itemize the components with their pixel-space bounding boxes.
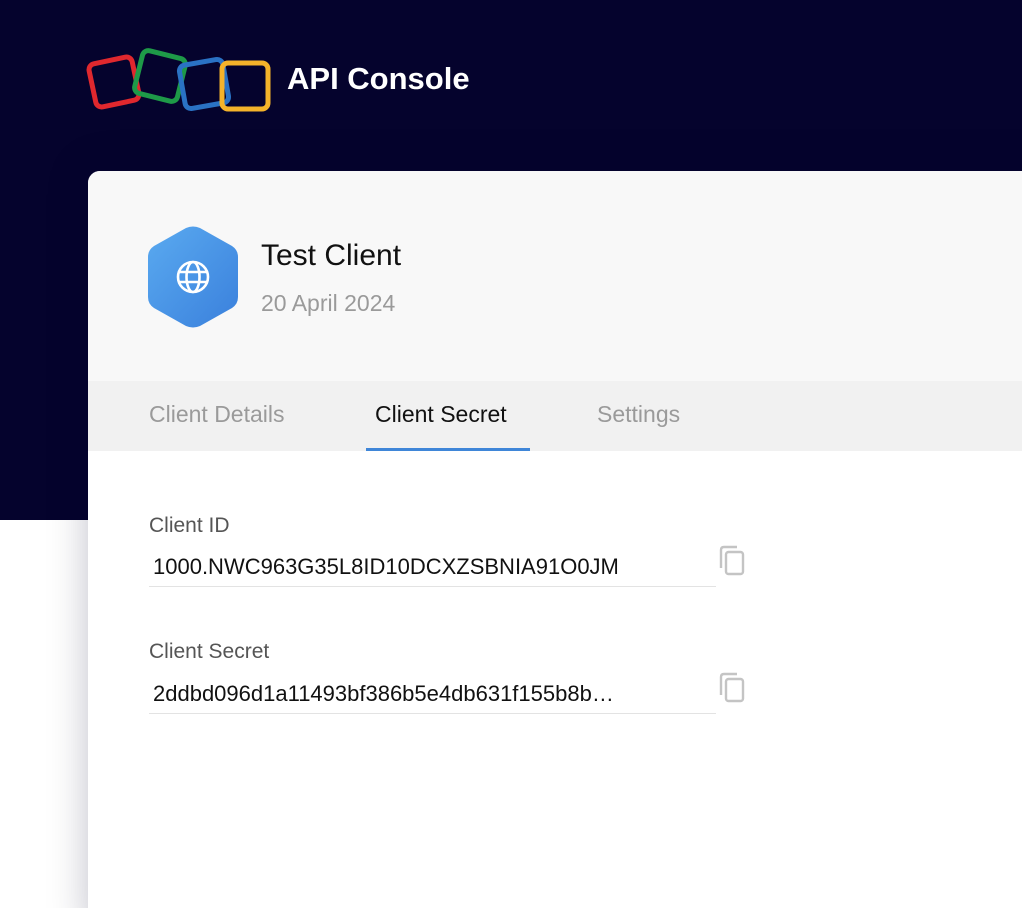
client-name: Test Client <box>261 239 402 272</box>
tab-bar: Client Details Client Secret Settings <box>88 381 1022 451</box>
app-title: API Console <box>287 61 470 96</box>
copy-icon[interactable] <box>717 671 747 705</box>
active-tab-indicator <box>366 448 530 451</box>
tab-settings[interactable]: Settings <box>597 401 680 451</box>
client-secret-label: Client Secret <box>149 640 270 663</box>
client-date: 20 April 2024 <box>261 290 396 316</box>
zoho-logo <box>86 48 271 112</box>
client-secret-value[interactable]: 2ddbd096d1a11493bf386b5e4db631f155b8b… <box>149 674 716 714</box>
client-id-value[interactable]: 1000.NWC963G35L8ID10DCXZSBNIA91O0JM <box>149 547 716 587</box>
page: API Console Test Client 20 April 2024 Cl… <box>0 0 1022 908</box>
client-id-label: Client ID <box>149 514 230 537</box>
tab-client-secret[interactable]: Client Secret <box>375 401 507 451</box>
client-header: Test Client 20 April 2024 <box>88 171 1022 381</box>
client-card: Test Client 20 April 2024 Client Details… <box>88 171 1022 908</box>
client-avatar <box>148 226 238 328</box>
copy-icon[interactable] <box>717 544 747 578</box>
tab-client-details[interactable]: Client Details <box>149 401 285 451</box>
